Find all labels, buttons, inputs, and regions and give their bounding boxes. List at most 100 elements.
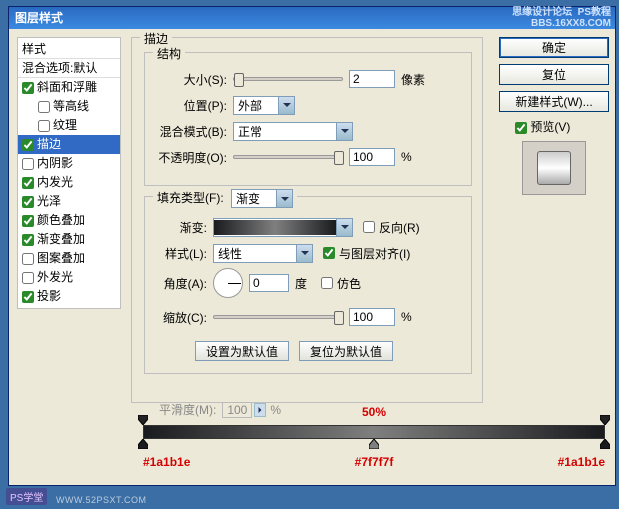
sidebar-item-2[interactable]: 纹理 [18, 116, 120, 135]
sidebar-checkbox-8[interactable] [22, 234, 34, 246]
chevron-down-icon [276, 190, 292, 207]
main-panel: 描边 结构 大小(S): 像素 位置(P): 外部 混 [131, 37, 483, 403]
size-unit: 像素 [401, 71, 425, 88]
preview-label: 预览(V) [530, 120, 570, 134]
sidebar-item-9[interactable]: 图案叠加 [18, 249, 120, 268]
angle-unit: 度 [295, 275, 307, 292]
sidebar-item-10[interactable]: 外发光 [18, 268, 120, 287]
sidebar-label-0: 斜面和浮雕 [37, 80, 97, 94]
size-slider[interactable] [233, 77, 343, 81]
angle-dial[interactable] [213, 268, 243, 298]
preview-checkbox[interactable] [515, 122, 527, 134]
sidebar-item-8[interactable]: 渐变叠加 [18, 230, 120, 249]
blendmode-select[interactable]: 正常 [233, 122, 353, 141]
gradient-label: 渐变: [153, 219, 207, 236]
sidebar-item-1[interactable]: 等高线 [18, 97, 120, 116]
cancel-button[interactable]: 复位 [499, 64, 609, 85]
size-label: 大小(S): [153, 71, 227, 88]
sidebar-label-1: 等高线 [53, 99, 89, 113]
fill-legend: 填充类型(F): 渐变 [153, 189, 297, 208]
set-default-button[interactable]: 设置为默认值 [195, 341, 289, 361]
reverse-label: 反向(R) [379, 219, 420, 236]
sidebar-item-11[interactable]: 投影 [18, 287, 120, 306]
sidebar-label-3: 描边 [37, 137, 61, 151]
reverse-checkbox[interactable] [363, 221, 375, 233]
hex-mid: #7f7f7f [355, 455, 394, 469]
preview-box [522, 141, 586, 195]
style-select[interactable]: 线性 [213, 244, 313, 263]
position-select[interactable]: 外部 [233, 96, 295, 115]
structure-legend: 结构 [153, 45, 185, 62]
color-stop-left[interactable] [138, 439, 148, 449]
sidebar-label-7: 颜色叠加 [37, 213, 85, 227]
gradient-bar[interactable] [143, 425, 605, 439]
footer-url: WWW.52PSXT.COM [56, 495, 147, 505]
scale-input[interactable] [349, 308, 395, 326]
newstyle-button[interactable]: 新建样式(W)... [499, 91, 609, 112]
hex-right: #1a1b1e [558, 455, 605, 469]
styles-sidebar: 样式 混合选项:默认 斜面和浮雕等高线纹理描边内阴影内发光光泽颜色叠加渐变叠加图… [17, 37, 121, 309]
sidebar-checkbox-10[interactable] [22, 272, 34, 284]
chevron-down-icon [336, 123, 352, 140]
sidebar-label-10: 外发光 [37, 270, 73, 284]
color-stop-right[interactable] [600, 439, 610, 449]
sidebar-item-7[interactable]: 颜色叠加 [18, 211, 120, 230]
sidebar-header[interactable]: 样式 [18, 40, 120, 59]
sidebar-item-0[interactable]: 斜面和浮雕 [18, 78, 120, 97]
reset-default-button[interactable]: 复位为默认值 [299, 341, 393, 361]
sidebar-blend-options[interactable]: 混合选项:默认 [18, 59, 120, 78]
smooth-value[interactable]: 100 [222, 402, 252, 418]
color-stop-mid[interactable] [369, 439, 379, 449]
chevron-down-icon [296, 245, 312, 262]
sidebar-item-4[interactable]: 内阴影 [18, 154, 120, 173]
chevron-right-icon[interactable] [254, 403, 266, 417]
sidebar-label-9: 图案叠加 [37, 251, 85, 265]
sidebar-item-6[interactable]: 光泽 [18, 192, 120, 211]
sidebar-label-4: 内阴影 [37, 156, 73, 170]
angle-input[interactable] [249, 274, 289, 292]
opacity-stop-left[interactable] [138, 415, 148, 425]
sidebar-checkbox-1[interactable] [38, 101, 50, 113]
sidebar-label-2: 纹理 [53, 118, 77, 132]
preview-swatch [537, 151, 571, 185]
titlebar: 图层样式 思缘设计论坛 PS教程 BBS.16XX8.COM [9, 7, 615, 29]
sidebar-checkbox-0[interactable] [22, 82, 34, 94]
sidebar-checkbox-9[interactable] [22, 253, 34, 265]
chevron-down-icon [278, 97, 294, 114]
scale-slider[interactable] [213, 315, 343, 319]
sidebar-checkbox-6[interactable] [22, 196, 34, 208]
dither-checkbox[interactable] [321, 277, 333, 289]
sidebar-item-5[interactable]: 内发光 [18, 173, 120, 192]
sidebar-label-11: 投影 [37, 289, 61, 303]
sidebar-checkbox-7[interactable] [22, 215, 34, 227]
opacity-stop-right[interactable] [600, 415, 610, 425]
hex-left: #1a1b1e [143, 455, 190, 469]
opacity-unit: % [401, 150, 412, 164]
dither-label: 仿色 [337, 275, 361, 292]
sidebar-item-3[interactable]: 描边 [18, 135, 120, 154]
sidebar-checkbox-4[interactable] [22, 158, 34, 170]
footer-badge: PS学堂 [6, 488, 47, 505]
sidebar-checkbox-5[interactable] [22, 177, 34, 189]
blendmode-label: 混合模式(B): [153, 123, 227, 140]
size-input[interactable] [349, 70, 395, 88]
align-checkbox[interactable] [323, 247, 335, 259]
position-label: 位置(P): [153, 97, 227, 114]
gradient-editor: 平滑度(M): 100 % 50% #1a1b1e #7f7f7f #1a1b1… [143, 403, 605, 473]
gradient-picker[interactable] [213, 218, 353, 237]
opacity-slider[interactable] [233, 155, 343, 159]
ok-button[interactable]: 确定 [499, 37, 609, 58]
sidebar-checkbox-3[interactable] [22, 139, 34, 151]
structure-group: 结构 大小(S): 像素 位置(P): 外部 混合模式(B): [144, 52, 472, 186]
smooth-label: 平滑度(M): [159, 401, 216, 418]
sidebar-checkbox-2[interactable] [38, 120, 50, 132]
opacity-input[interactable] [349, 148, 395, 166]
smooth-unit: % [270, 403, 281, 417]
filltype-select[interactable]: 渐变 [231, 189, 293, 208]
style-label: 样式(L): [153, 245, 207, 262]
angle-label: 角度(A): [153, 275, 207, 292]
sidebar-checkbox-11[interactable] [22, 291, 34, 303]
chevron-down-icon [336, 219, 352, 236]
sidebar-label-8: 渐变叠加 [37, 232, 85, 246]
scale-unit: % [401, 310, 412, 324]
